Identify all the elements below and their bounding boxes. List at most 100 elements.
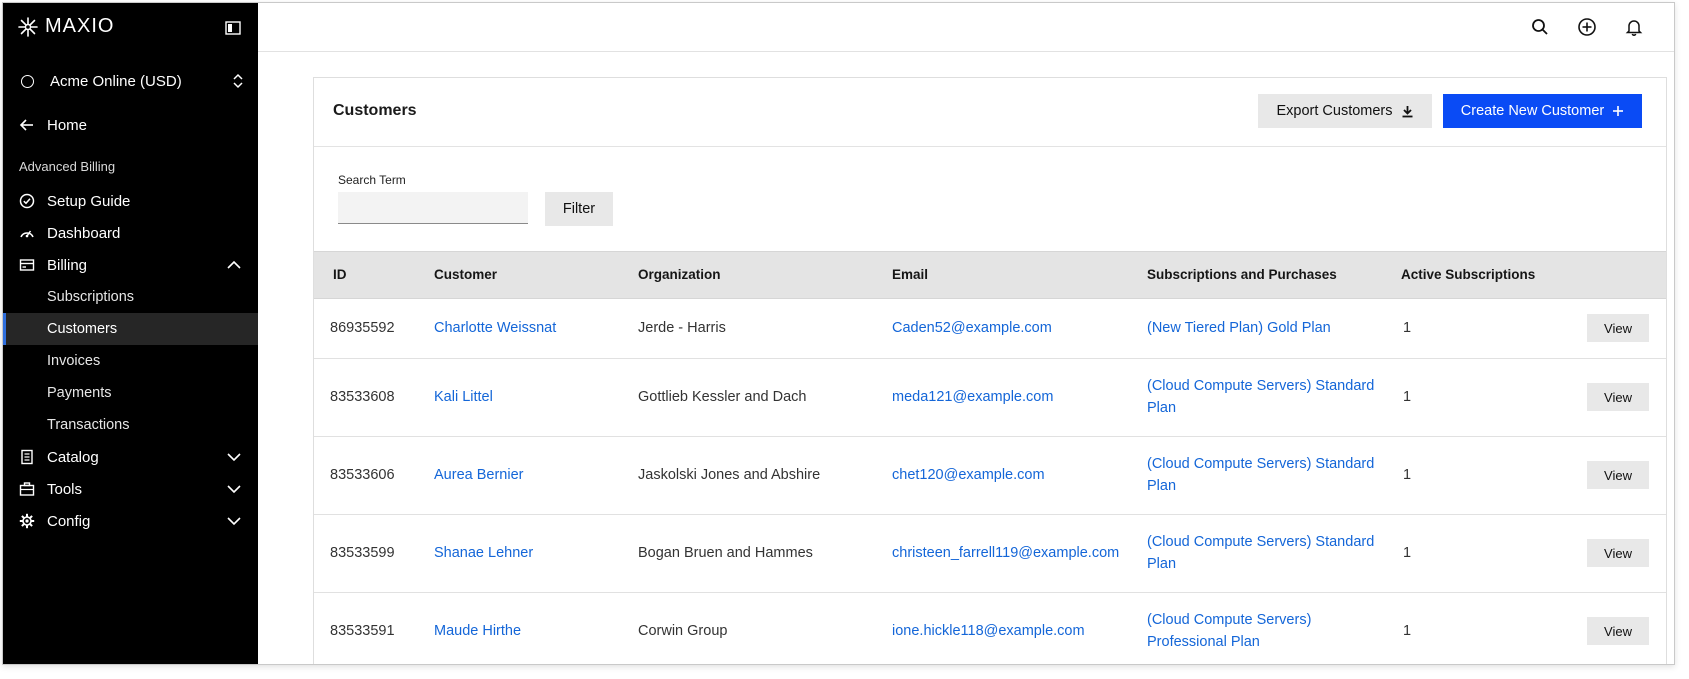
card-header: Customers Export Customers Create New Cu…	[314, 78, 1666, 147]
subscription-line-2: Plan	[1147, 478, 1177, 494]
table-row: 83533599 Shanae Lehner Bogan Bruen and H…	[314, 515, 1666, 593]
gear-icon	[19, 513, 35, 529]
subscription-link[interactable]: (Cloud Compute Servers) Standard Plan	[1147, 453, 1374, 497]
sidebar: MAXIO Acme Online (USD) Home Advanced Bi…	[3, 3, 258, 664]
nav-home-label: Home	[47, 116, 88, 134]
table-row: 86935592 Charlotte Weissnat Jerde - Harr…	[314, 298, 1666, 359]
active-subscriptions-count: 1	[1403, 545, 1412, 561]
customer-organization: Gottlieb Kessler and Dach	[638, 389, 807, 405]
collapse-sidebar-icon[interactable]	[225, 21, 241, 35]
maxio-logo-icon	[18, 16, 38, 37]
customer-email-link[interactable]: Caden52@example.com	[892, 317, 1052, 339]
nav-subscriptions-label: Subscriptions	[47, 289, 135, 305]
brand[interactable]: MAXIO	[17, 15, 114, 38]
view-button[interactable]: View	[1587, 617, 1649, 645]
top-bar	[258, 3, 1674, 52]
customer-organization: Corwin Group	[638, 623, 728, 639]
export-customers-button[interactable]: Export Customers	[1258, 94, 1432, 128]
site-selector[interactable]: Acme Online (USD)	[17, 67, 245, 95]
view-button[interactable]: View	[1587, 383, 1649, 411]
site-selector-label: Acme Online (USD)	[50, 72, 182, 90]
subscription-line-2: Plan	[1147, 400, 1177, 416]
active-subscriptions-count: 1	[1403, 467, 1412, 483]
add-circle-icon[interactable]	[1577, 17, 1597, 37]
column-header-email: Email	[892, 267, 929, 282]
column-header-organization: Organization	[638, 267, 721, 282]
subscription-line-1: (Cloud Compute Servers) Standard	[1147, 378, 1375, 394]
subscription-link[interactable]: (Cloud Compute Servers) Standard Plan	[1147, 531, 1374, 575]
customer-email-link[interactable]: chet120@example.com	[892, 464, 1045, 486]
customer-email-link[interactable]: ione.hickle118@example.com	[892, 620, 1085, 642]
nav-billing[interactable]: Billing	[3, 249, 258, 281]
table-header: ID Customer Organization Email Subscript…	[314, 251, 1666, 299]
customer-id: 83533599	[330, 545, 395, 561]
customer-organization: Bogan Bruen and Hammes	[638, 545, 813, 561]
nav-payments-label: Payments	[47, 385, 112, 401]
active-subscriptions-count: 1	[1403, 320, 1412, 336]
customer-name-link[interactable]: Shanae Lehner	[434, 542, 533, 564]
filter-button[interactable]: Filter	[545, 192, 613, 226]
chevron-down-icon	[227, 485, 241, 494]
nav-invoices[interactable]: Invoices	[3, 345, 258, 377]
nav-setup-guide-label: Setup Guide	[47, 192, 131, 210]
customer-id: 83533608	[330, 389, 395, 405]
subscription-line-1: (Cloud Compute Servers) Standard	[1147, 456, 1375, 472]
column-header-customer: Customer	[434, 267, 498, 282]
site-status-icon	[21, 74, 34, 88]
nav-tools[interactable]: Tools	[3, 473, 258, 505]
customers-card: Customers Export Customers Create New Cu…	[313, 77, 1667, 664]
subscription-line-2: Plan	[1147, 556, 1177, 572]
view-button[interactable]: View	[1587, 314, 1649, 342]
search-term-label: Search Term	[338, 173, 406, 187]
view-button[interactable]: View	[1587, 539, 1649, 567]
chevron-down-icon	[227, 517, 241, 526]
bell-icon[interactable]	[1624, 17, 1644, 37]
nav-catalog-label: Catalog	[47, 448, 99, 466]
subscription-link[interactable]: (New Tiered Plan) Gold Plan	[1147, 317, 1331, 339]
nav-catalog[interactable]: Catalog	[3, 441, 258, 473]
active-subscriptions-count: 1	[1403, 623, 1412, 639]
nav-invoices-label: Invoices	[47, 353, 101, 369]
chevron-updown-icon	[233, 73, 243, 89]
subscription-line-1: (Cloud Compute Servers)	[1147, 612, 1312, 628]
nav-transactions[interactable]: Transactions	[3, 409, 258, 441]
customer-id: 83533591	[330, 623, 395, 639]
subscription-line-1: (New Tiered Plan) Gold Plan	[1147, 320, 1331, 336]
customer-name-link[interactable]: Charlotte Weissnat	[434, 317, 556, 339]
nav-home[interactable]: Home	[3, 109, 258, 141]
nav-customers[interactable]: Customers	[3, 313, 258, 345]
customer-email-link[interactable]: meda121@example.com	[892, 386, 1053, 408]
app-window: MAXIO Acme Online (USD) Home Advanced Bi…	[2, 2, 1675, 665]
subscription-line-2: Professional Plan	[1147, 634, 1260, 650]
nav-customers-label: Customers	[47, 321, 118, 337]
nav-dashboard-label: Dashboard	[47, 224, 121, 242]
nav-tools-label: Tools	[47, 480, 83, 498]
customer-email-link[interactable]: christeen_farrell119@example.com	[892, 542, 1119, 564]
nav-transactions-label: Transactions	[47, 417, 130, 433]
column-header-active-subscriptions: Active Subscriptions	[1401, 267, 1536, 282]
customer-organization: Jaskolski Jones and Abshire	[638, 467, 821, 483]
chevron-up-icon	[227, 260, 241, 269]
table-row: 83533591 Maude Hirthe Corwin Group ione.…	[314, 593, 1666, 664]
credit-card-icon	[19, 259, 35, 271]
customer-name-link[interactable]: Maude Hirthe	[434, 620, 521, 642]
create-new-customer-button[interactable]: Create New Customer	[1443, 94, 1642, 128]
nav-config[interactable]: Config	[3, 505, 258, 537]
nav-config-label: Config	[47, 512, 91, 530]
nav-setup-guide[interactable]: Setup Guide	[3, 185, 258, 217]
chevron-down-icon	[227, 453, 241, 462]
export-customers-label: Export Customers	[1276, 103, 1393, 119]
nav-subscriptions[interactable]: Subscriptions	[3, 281, 258, 313]
table-row: 83533608 Kali Littel Gottlieb Kessler an…	[314, 359, 1666, 437]
subscription-link[interactable]: (Cloud Compute Servers) Professional Pla…	[1147, 609, 1311, 653]
subscription-link[interactable]: (Cloud Compute Servers) Standard Plan	[1147, 375, 1374, 419]
customer-id: 86935592	[330, 320, 395, 336]
nav-dashboard[interactable]: Dashboard	[3, 217, 258, 249]
nav-payments[interactable]: Payments	[3, 377, 258, 409]
customer-name-link[interactable]: Kali Littel	[434, 386, 493, 408]
search-icon[interactable]	[1530, 17, 1550, 37]
customer-name-link[interactable]: Aurea Bernier	[434, 464, 523, 486]
search-term-input[interactable]	[338, 192, 528, 224]
plus-icon	[1613, 106, 1624, 116]
view-button[interactable]: View	[1587, 461, 1649, 489]
